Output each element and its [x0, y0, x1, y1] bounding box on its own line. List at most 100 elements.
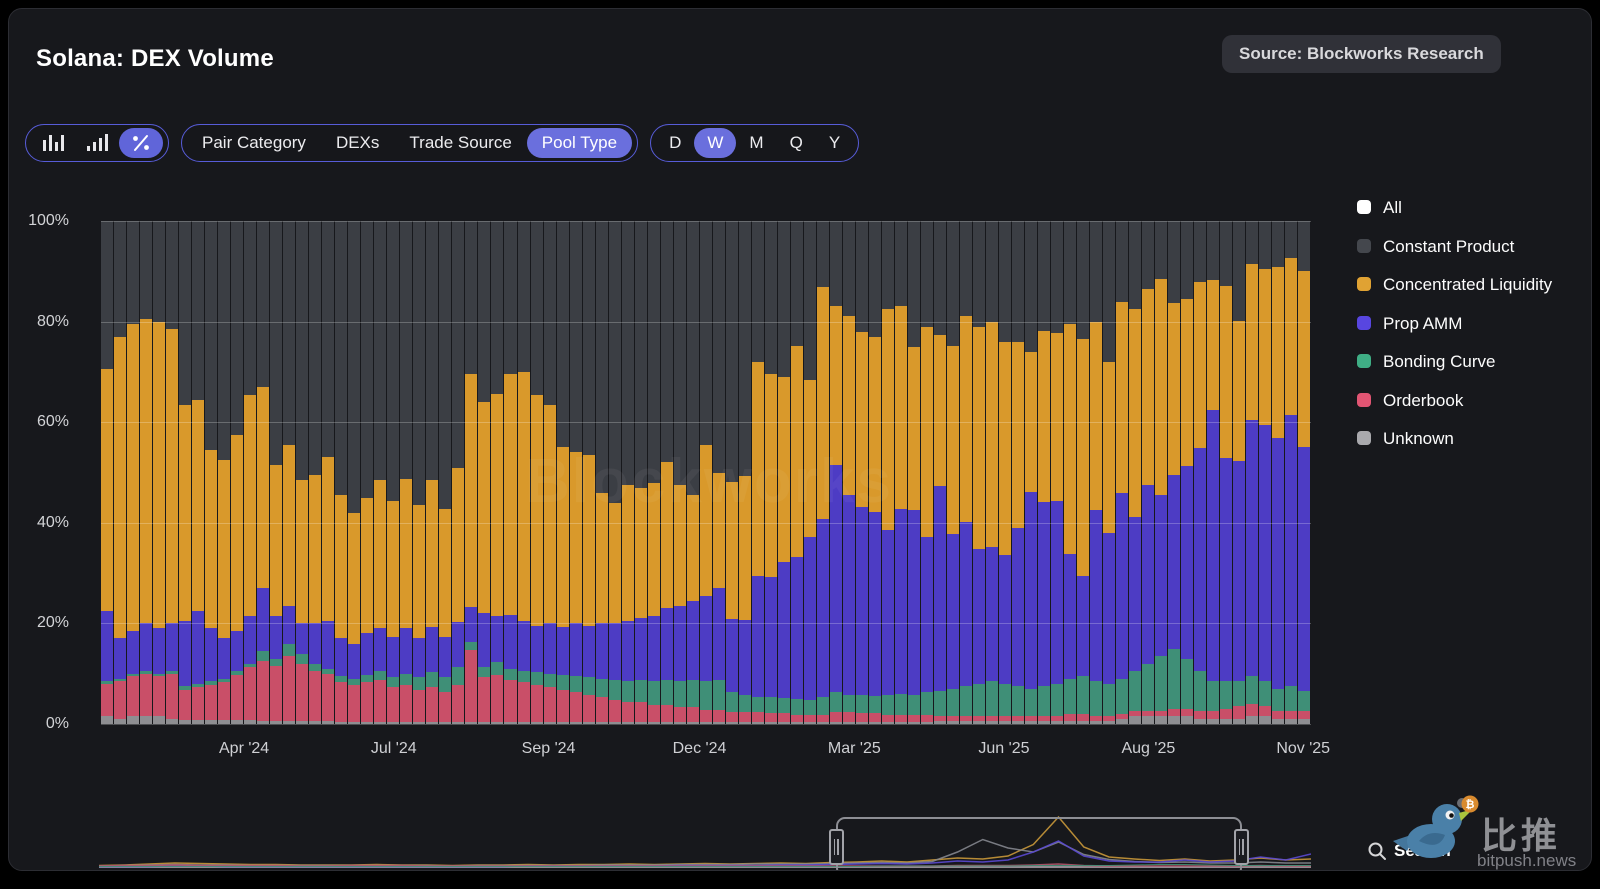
- bar[interactable]: [114, 221, 127, 724]
- bar[interactable]: [309, 221, 322, 724]
- bar[interactable]: [699, 221, 712, 724]
- range-navigator[interactable]: [98, 805, 1312, 870]
- legend-item-unknown[interactable]: Unknown: [1357, 426, 1572, 452]
- bar[interactable]: [426, 221, 439, 724]
- period-D[interactable]: D: [656, 128, 694, 158]
- bar[interactable]: [1051, 221, 1064, 724]
- bar[interactable]: [777, 221, 790, 724]
- period-Q[interactable]: Q: [777, 128, 816, 158]
- bar[interactable]: [179, 221, 192, 724]
- bar[interactable]: [205, 221, 218, 724]
- bar[interactable]: [1181, 221, 1194, 724]
- bar[interactable]: [894, 221, 907, 724]
- period-Y[interactable]: Y: [816, 128, 853, 158]
- period-W[interactable]: W: [694, 128, 737, 158]
- bar[interactable]: [803, 221, 816, 724]
- bar[interactable]: [999, 221, 1012, 724]
- bar[interactable]: [452, 221, 465, 724]
- legend-item-all[interactable]: All: [1357, 195, 1572, 221]
- bar[interactable]: [634, 221, 647, 724]
- bar[interactable]: [920, 221, 933, 724]
- bar[interactable]: [621, 221, 634, 724]
- bar[interactable]: [465, 221, 478, 724]
- bar[interactable]: [608, 221, 621, 724]
- bar-chart-icon[interactable]: [31, 128, 75, 158]
- bar[interactable]: [270, 221, 283, 724]
- bar[interactable]: [1129, 221, 1142, 724]
- bar[interactable]: [1207, 221, 1220, 724]
- bar[interactable]: [543, 221, 556, 724]
- bar[interactable]: [582, 221, 595, 724]
- bar[interactable]: [361, 221, 374, 724]
- bar[interactable]: [960, 221, 973, 724]
- bar[interactable]: [387, 221, 400, 724]
- bar[interactable]: [231, 221, 244, 724]
- bar[interactable]: [517, 221, 530, 724]
- bar[interactable]: [140, 221, 153, 724]
- legend-item-bonding-curve[interactable]: Bonding Curve: [1357, 349, 1572, 375]
- bar[interactable]: [647, 221, 660, 724]
- bar[interactable]: [1285, 221, 1298, 724]
- bar[interactable]: [790, 221, 803, 724]
- bar[interactable]: [478, 221, 491, 724]
- bar[interactable]: [530, 221, 543, 724]
- bar[interactable]: [335, 221, 348, 724]
- bar[interactable]: [725, 221, 738, 724]
- bar[interactable]: [556, 221, 569, 724]
- bar[interactable]: [855, 221, 868, 724]
- bar[interactable]: [764, 221, 777, 724]
- bar[interactable]: [686, 221, 699, 724]
- period-M[interactable]: M: [736, 128, 776, 158]
- bar[interactable]: [1077, 221, 1090, 724]
- bar[interactable]: [1090, 221, 1103, 724]
- bar[interactable]: [101, 221, 114, 724]
- bar[interactable]: [1272, 221, 1285, 724]
- bar[interactable]: [1103, 221, 1116, 724]
- bar[interactable]: [504, 221, 517, 724]
- bar[interactable]: [1038, 221, 1051, 724]
- bar[interactable]: [244, 221, 257, 724]
- bar[interactable]: [868, 221, 881, 724]
- bar[interactable]: [1259, 221, 1272, 724]
- bar[interactable]: [569, 221, 582, 724]
- filter-dexs[interactable]: DEXs: [321, 128, 394, 158]
- navigator-right-handle[interactable]: [1233, 829, 1249, 865]
- bar[interactable]: [322, 221, 335, 724]
- bar[interactable]: [218, 221, 231, 724]
- bar[interactable]: [257, 221, 270, 724]
- bar[interactable]: [738, 221, 751, 724]
- bar[interactable]: [1142, 221, 1155, 724]
- bar[interactable]: [712, 221, 725, 724]
- bar[interactable]: [400, 221, 413, 724]
- bar[interactable]: [673, 221, 686, 724]
- bar[interactable]: [1298, 221, 1311, 724]
- bar[interactable]: [153, 221, 166, 724]
- bar[interactable]: [986, 221, 999, 724]
- filter-trade-source[interactable]: Trade Source: [394, 128, 526, 158]
- bar[interactable]: [413, 221, 426, 724]
- bar[interactable]: [166, 221, 179, 724]
- bar[interactable]: [192, 221, 205, 724]
- legend-item-prop-amm[interactable]: Prop AMM: [1357, 311, 1572, 337]
- bar[interactable]: [973, 221, 986, 724]
- bar[interactable]: [829, 221, 842, 724]
- bar[interactable]: [1246, 221, 1259, 724]
- filter-pool-type[interactable]: Pool Type: [526, 128, 633, 158]
- ascending-bar-chart-icon[interactable]: [75, 128, 119, 158]
- bar[interactable]: [947, 221, 960, 724]
- legend-item-concentrated-liquidity[interactable]: Concentrated Liquidity: [1357, 272, 1572, 298]
- bar[interactable]: [1025, 221, 1038, 724]
- bar[interactable]: [595, 221, 608, 724]
- percent-icon[interactable]: [119, 128, 163, 158]
- bar[interactable]: [439, 221, 452, 724]
- bar[interactable]: [1012, 221, 1025, 724]
- navigator-left-handle[interactable]: [828, 829, 844, 865]
- bar[interactable]: [751, 221, 764, 724]
- bar[interactable]: [491, 221, 504, 724]
- bar[interactable]: [1064, 221, 1077, 724]
- bar[interactable]: [127, 221, 140, 724]
- bar[interactable]: [296, 221, 309, 724]
- bar[interactable]: [881, 221, 894, 724]
- bar[interactable]: [1168, 221, 1181, 724]
- bar[interactable]: [907, 221, 920, 724]
